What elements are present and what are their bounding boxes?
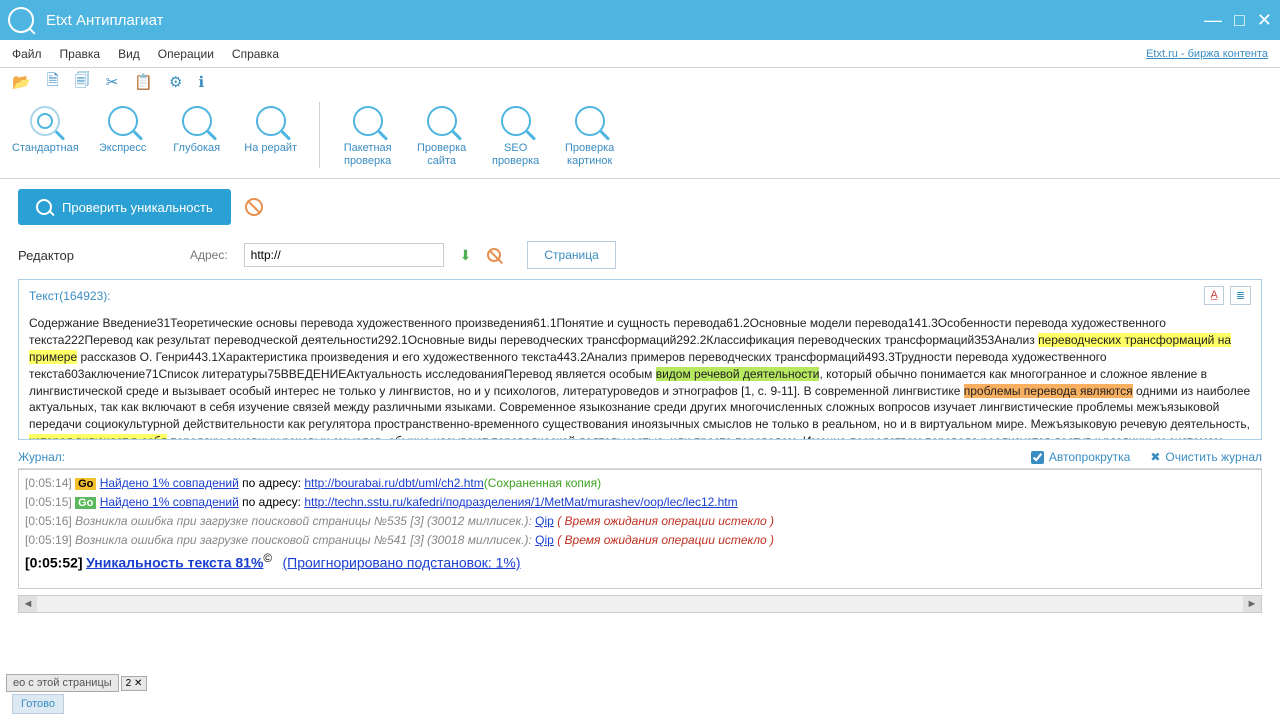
seo-check-button[interactable]: SEO проверка [486, 102, 546, 168]
log-row: [0:05:16] Возникла ошибка при загрузке п… [25, 512, 1255, 531]
download-icon[interactable]: ⬇ [460, 247, 472, 264]
journal-log[interactable]: [0:05:14] Go Найдено 1% совпадений по ад… [18, 469, 1262, 589]
cut-icon[interactable]: ✂ [106, 73, 119, 91]
close-button[interactable]: ✕ [1257, 10, 1272, 31]
scroll-right-icon[interactable]: ► [1243, 596, 1261, 612]
actionbar: Проверить уникальность [0, 179, 1280, 235]
menu-edit[interactable]: Правка [60, 47, 101, 61]
page-num-tab[interactable]: 2 ✕ [121, 676, 148, 691]
menu-view[interactable]: Вид [118, 47, 140, 61]
express-check-button[interactable]: Экспресс [93, 102, 153, 168]
deep-check-button[interactable]: Глубокая [167, 102, 227, 168]
editorbar: Редактор Адрес: ⬇ Страница [0, 235, 1280, 275]
text-content[interactable]: Содержание Введение31Теоретические основ… [19, 311, 1261, 439]
page-bottom-tab[interactable]: ео с этой страницы [6, 674, 119, 692]
autoscroll-checkbox[interactable] [1031, 451, 1044, 464]
document-icon[interactable]: 🗎 [47, 70, 59, 95]
image-check-button[interactable]: Проверка картинок [560, 102, 620, 168]
horizontal-scrollbar[interactable]: ◄ ► [18, 595, 1262, 613]
info-icon[interactable]: ℹ [198, 73, 204, 91]
journal-label: Журнал: [18, 450, 65, 464]
tool-lines-icon[interactable]: ≣ [1230, 286, 1251, 305]
cancel-icon[interactable] [245, 198, 263, 216]
settings-icon[interactable]: ⚙ [169, 73, 182, 91]
highlight-green: видом речевой деятельности [656, 367, 820, 381]
address-input[interactable] [244, 243, 444, 267]
uniqueness-result[interactable]: Уникальность текста 81% [86, 554, 263, 570]
highlight-yellow-2: которая включает в себя [29, 434, 167, 439]
log-row: [0:05:15] Go Найдено 1% совпадений по ад… [25, 493, 1255, 512]
page-tab[interactable]: Страница [527, 241, 615, 269]
standard-check-button[interactable]: Стандартная [12, 102, 79, 168]
status-bar: Готово [12, 694, 64, 714]
copy-icon[interactable]: 🗐 [75, 70, 90, 95]
app-title: Etxt Антиплагиат [46, 12, 164, 29]
journal-panel: Журнал: Автопрокрутка ✖ Очистить журнал … [18, 446, 1262, 589]
log-row: [0:05:14] Go Найдено 1% совпадений по ад… [25, 474, 1255, 493]
menubar: Файл Правка Вид Операции Справка Etxt.ru… [0, 40, 1280, 68]
menu-help[interactable]: Справка [232, 47, 279, 61]
minimize-button[interactable]: — [1204, 10, 1222, 31]
scroll-left-icon[interactable]: ◄ [19, 596, 37, 612]
result-row: [0:05:52] Уникальность текста 81%© (Прои… [25, 550, 1255, 575]
site-check-button[interactable]: Проверка сайта [412, 102, 472, 168]
ribbon: Стандартная Экспресс Глубокая На рерайт … [0, 96, 1280, 179]
batch-check-button[interactable]: Пакетная проверка [338, 102, 398, 168]
cancel-small-icon[interactable] [487, 248, 501, 262]
log-row: [0:05:19] Возникла ошибка при загрузке п… [25, 531, 1255, 550]
text-panel: Текст(164923): A̲ ≣ Содержание Введение3… [18, 279, 1262, 440]
address-label: Адрес: [190, 248, 228, 262]
search-icon [36, 199, 52, 215]
text-header: Текст(164923): [29, 289, 111, 303]
check-uniqueness-button[interactable]: Проверить уникальность [18, 189, 231, 225]
open-icon[interactable]: 📂 [12, 73, 31, 91]
highlight-orange: проблемы перевода являются [964, 384, 1133, 398]
titlebar: Etxt Антиплагиат — □ ✕ [0, 0, 1280, 40]
ignored-link[interactable]: (Проигнорировано подстановок: 1%) [282, 554, 520, 570]
tool-font-icon[interactable]: A̲ [1204, 286, 1223, 305]
rewrite-check-button[interactable]: На рерайт [241, 102, 301, 168]
iconbar: 📂 🗎 🗐 ✂ 📋 ⚙ ℹ [0, 68, 1280, 96]
app-logo-icon [8, 7, 34, 33]
menu-operations[interactable]: Операции [158, 47, 214, 61]
paste-icon[interactable]: 📋 [134, 73, 153, 91]
bottom-tabs: ео с этой страницы 2 ✕ [6, 674, 147, 692]
clear-journal-button[interactable]: ✖ Очистить журнал [1150, 450, 1262, 464]
autoscroll-toggle[interactable]: Автопрокрутка [1031, 450, 1130, 464]
editor-label: Редактор [18, 248, 74, 263]
menu-file[interactable]: Файл [12, 47, 42, 61]
maximize-button[interactable]: □ [1234, 10, 1245, 31]
etxt-link[interactable]: Etxt.ru - биржа контента [1146, 48, 1268, 60]
